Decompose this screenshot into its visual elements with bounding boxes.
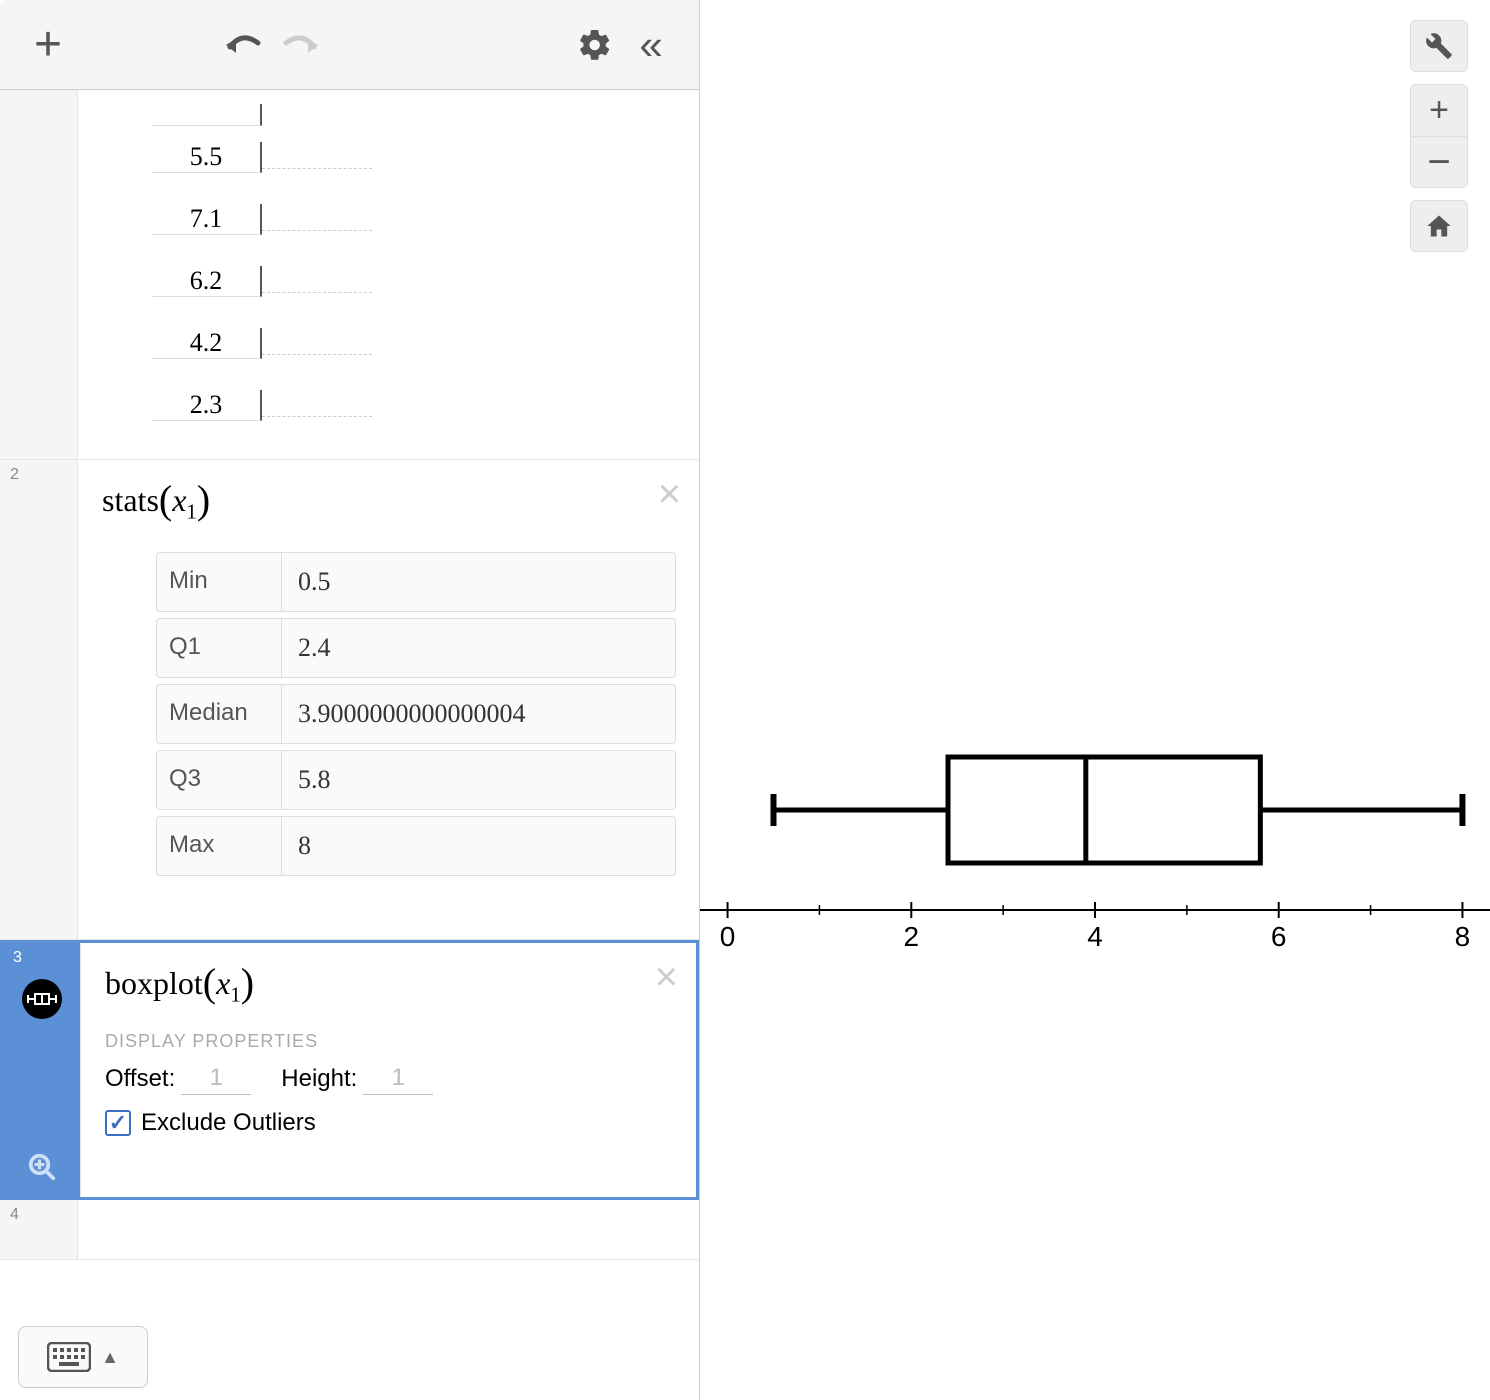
stats-row[interactable]: 2 × stats(x1) Min0.5 Q12.4 Median3.90000… (0, 460, 699, 940)
expression-list: 5.5 7.1 6.2 4.2 2.3 2 × stats(x1) (0, 90, 699, 1400)
exclude-outliers-checkbox[interactable]: ✓ (105, 1110, 131, 1136)
graph-area[interactable]: + − 0 2 4 6 8 (700, 0, 1490, 1400)
boxplot-expression[interactable]: boxplot(x1) (105, 957, 676, 1007)
settings-button[interactable] (567, 17, 623, 73)
stat-label: Max (156, 816, 282, 876)
close-icon[interactable]: × (655, 957, 678, 997)
close-icon[interactable]: × (658, 474, 681, 514)
redo-button[interactable] (272, 17, 328, 73)
boxplot-chart: 0 2 4 6 8 (700, 0, 1490, 1400)
row-number: 4 (10, 1206, 19, 1224)
row-number: 3 (13, 949, 22, 967)
stat-value: 0.5 (282, 552, 676, 612)
offset-input[interactable] (181, 1062, 251, 1095)
exclude-outliers-label: Exclude Outliers (141, 1109, 316, 1137)
stat-label: Min (156, 552, 282, 612)
display-properties-title: DISPLAY PROPERTIES (105, 1031, 676, 1052)
svg-text:0: 0 (720, 921, 736, 952)
stat-value: 8 (282, 816, 676, 876)
collapse-button[interactable]: « (623, 17, 679, 73)
boxplot-icon[interactable] (22, 979, 62, 1019)
add-button[interactable]: + (20, 17, 76, 73)
svg-text:2: 2 (903, 921, 919, 952)
table-cell[interactable]: 7.1 (152, 204, 262, 235)
height-input[interactable] (363, 1062, 433, 1095)
zoom-in-button[interactable]: + (1410, 84, 1468, 136)
stat-value: 5.8 (282, 750, 676, 810)
empty-row[interactable]: 4 (0, 1200, 699, 1260)
zoom-out-button[interactable]: − (1410, 136, 1468, 188)
toolbar: + « (0, 0, 699, 90)
height-label: Height: (281, 1065, 357, 1093)
table-cell[interactable]: 2.3 (152, 390, 262, 421)
undo-button[interactable] (216, 17, 272, 73)
offset-label: Offset: (105, 1065, 175, 1093)
wrench-button[interactable] (1410, 20, 1468, 72)
data-table: 5.5 7.1 6.2 4.2 2.3 (152, 104, 679, 436)
zoom-fit-icon[interactable] (27, 1152, 57, 1187)
keyboard-toggle[interactable]: ▲ (18, 1326, 148, 1388)
home-button[interactable] (1410, 200, 1468, 252)
table-cell[interactable]: 6.2 (152, 266, 262, 297)
stat-label: Q1 (156, 618, 282, 678)
svg-text:8: 8 (1455, 921, 1471, 952)
table-row[interactable]: 5.5 7.1 6.2 4.2 2.3 (0, 90, 699, 460)
table-cell[interactable]: 5.5 (152, 142, 262, 173)
svg-text:4: 4 (1087, 921, 1103, 952)
stat-value: 3.9000000000000004 (282, 684, 676, 744)
stat-value: 2.4 (282, 618, 676, 678)
table-cell[interactable]: 4.2 (152, 328, 262, 359)
stat-label: Q3 (156, 750, 282, 810)
stats-expression[interactable]: stats(x1) (102, 474, 679, 524)
stats-table: Min0.5 Q12.4 Median3.9000000000000004 Q3… (156, 552, 676, 876)
svg-text:6: 6 (1271, 921, 1287, 952)
stat-label: Median (156, 684, 282, 744)
boxplot-row[interactable]: 3 × boxplot(x1) DISPLAY PROPERTIES (0, 940, 699, 1200)
row-number: 2 (10, 466, 19, 484)
